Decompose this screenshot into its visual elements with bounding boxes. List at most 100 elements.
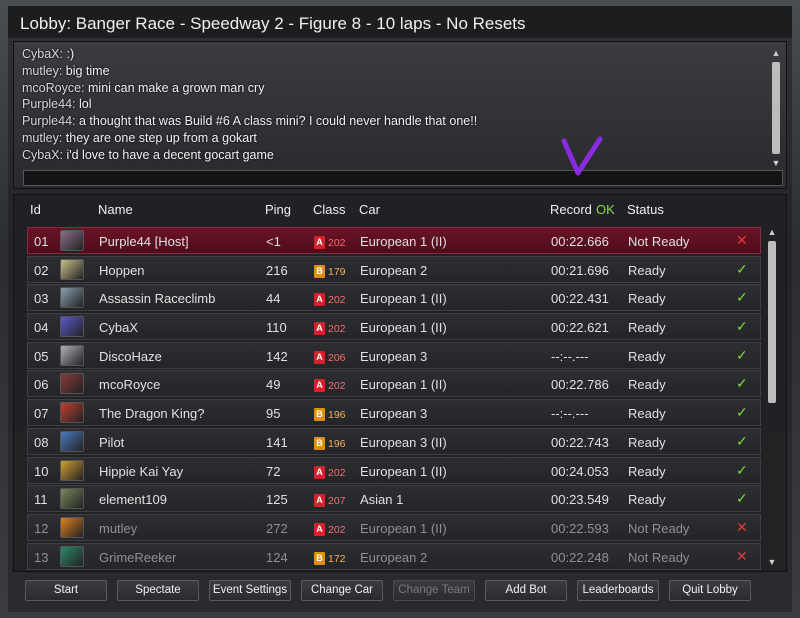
table-row[interactable]: 01 Purple44 [Host] <1 A 202 European 1 (II) 00… (27, 227, 761, 254)
cross-icon[interactable]: ✕ (736, 232, 748, 249)
player-avatar (60, 459, 84, 481)
cross-icon[interactable]: ✕ (736, 519, 748, 536)
scroll-up-icon[interactable]: ▲ (767, 227, 777, 237)
add-bot-button[interactable]: Add Bot (485, 580, 567, 601)
table-header: Id Name Ping Class Car Record OK Status (14, 197, 774, 221)
cross-icon[interactable]: ✕ (736, 548, 748, 565)
player-ping: 72 (266, 463, 281, 479)
chat-message: mutley: big time (22, 63, 762, 80)
player-avatar (60, 545, 84, 567)
player-ping: 272 (266, 520, 288, 536)
table-rows: 01 Purple44 [Host] <1 A 202 European 1 (II) 00… (27, 227, 761, 571)
player-car: European 1 (II) (360, 234, 447, 249)
table-row[interactable]: 06 mcoRoyce 49 A 202 European 1 (II) 00:22.786… (27, 370, 761, 398)
player-car: European 1 (II) (360, 320, 447, 336)
player-record: --:--.--- (551, 406, 589, 422)
player-status: Ready (628, 348, 666, 364)
player-id: 07 (34, 406, 49, 422)
player-avatar (60, 316, 84, 338)
player-id: 02 (34, 262, 49, 278)
player-record: 00:22.593 (551, 520, 609, 536)
header-id[interactable]: Id (30, 202, 41, 217)
scroll-down-icon[interactable]: ▼ (767, 557, 777, 567)
player-ping: 110 (266, 320, 287, 336)
table-row[interactable]: 13 GrimeReeker 124 B 172 European 2 00:22.248 N… (27, 542, 761, 570)
header-name[interactable]: Name (98, 202, 133, 217)
player-class: A 202 (314, 291, 346, 307)
player-status: Ready (628, 291, 666, 307)
player-class: A 202 (314, 377, 346, 393)
table-row[interactable]: 12 mutley 272 A 202 European 1 (II) 00:22.593 N… (27, 513, 761, 541)
player-name: CybaX (99, 320, 139, 336)
table-row[interactable]: 05 DiscoHaze 142 A 206 European 3 --:--.--- Rea… (27, 341, 761, 369)
table-row[interactable]: 08 Pilot 141 B 196 European 3 (II) 00:22.743 Re… (27, 427, 761, 455)
player-ping: 95 (266, 406, 281, 422)
class-rating: 202 (328, 523, 346, 536)
event-settings-button[interactable]: Event Settings (209, 580, 291, 601)
player-status: Not Ready (628, 520, 690, 536)
class-badge: B (314, 264, 325, 278)
class-badge: B (314, 436, 325, 450)
spectate-button[interactable]: Spectate (117, 580, 199, 601)
class-rating: 179 (328, 265, 346, 278)
player-record: 00:24.053 (551, 463, 609, 479)
chat-scrollbar[interactable]: ▲ ▼ (770, 48, 782, 168)
start-button[interactable]: Start (25, 580, 107, 601)
chat-message-text: i'd love to have a decent gocart game (63, 147, 274, 162)
player-id: 10 (34, 463, 49, 479)
player-avatar (60, 287, 84, 309)
header-record[interactable]: Record (550, 202, 592, 217)
player-ping: 141 (266, 434, 288, 450)
check-icon: ✓ (736, 404, 748, 421)
scroll-down-icon[interactable]: ▼ (771, 158, 781, 168)
player-status: Ready (628, 463, 666, 479)
player-car: European 2 (360, 262, 428, 278)
table-row[interactable]: 10 Hippie Kai Yay 72 A 202 European 1 (II) 00:… (27, 456, 761, 484)
chat-message-user: mcoRoyce: (22, 80, 85, 95)
player-status: Ready (628, 492, 666, 508)
action-button-bar: Start Spectate Event Settings Change Car Cha… (13, 580, 787, 602)
check-icon: ✓ (736, 260, 748, 277)
class-rating: 202 (328, 323, 346, 336)
check-icon: ✓ (736, 490, 748, 507)
player-car: European 3 (II) (360, 434, 447, 450)
chat-panel: CybaX: :) mutley: big time mcoRoyce: mini … (13, 41, 787, 189)
class-badge: A (314, 379, 325, 393)
player-id: 05 (34, 348, 49, 364)
leaderboards-button[interactable]: Leaderboards (577, 580, 659, 601)
class-badge: A (314, 494, 325, 508)
class-badge: B (314, 551, 325, 565)
quit-lobby-button[interactable]: Quit Lobby (669, 580, 751, 601)
table-scroll-thumb[interactable] (768, 241, 776, 403)
change-car-button[interactable]: Change Car (301, 580, 383, 601)
player-class: A 202 (314, 464, 346, 479)
chat-message-user: mutley: (22, 63, 63, 78)
scroll-up-icon[interactable]: ▲ (771, 48, 781, 58)
class-badge: B (314, 408, 325, 422)
table-row[interactable]: 07 The Dragon King? 95 B 196 European 3 --:--.… (27, 399, 761, 427)
chat-scroll-thumb[interactable] (772, 62, 780, 154)
header-car[interactable]: Car (359, 202, 380, 217)
annotation-check-mark-icon (561, 136, 603, 176)
header-ping[interactable]: Ping (265, 202, 291, 217)
header-status[interactable]: Status (627, 202, 664, 217)
class-rating: 202 (328, 294, 346, 307)
chat-input[interactable] (23, 170, 783, 186)
chat-message-text: a thought that was Build #6 A class mini… (75, 114, 478, 129)
player-record: 00:22.621 (551, 320, 609, 336)
table-row[interactable]: 11 element109 125 A 207 Asian 1 00:23.549 Ready… (27, 485, 761, 513)
class-badge: A (314, 465, 325, 479)
header-class[interactable]: Class (313, 202, 346, 217)
table-row[interactable]: 04 CybaX 110 A 202 European 1 (II) 00:22.621 Re… (27, 313, 761, 341)
change-team-button: Change Team (393, 580, 475, 601)
player-avatar (60, 344, 84, 366)
table-row[interactable]: 02 Hoppen 216 B 179 European 2 00:21.696 Ready ✓ (27, 255, 761, 283)
player-class: A 207 (314, 492, 346, 508)
player-status: Not Ready (628, 234, 690, 249)
player-status: Ready (628, 377, 666, 393)
table-scrollbar[interactable]: ▲ ▼ (766, 227, 778, 567)
player-class: B 196 (314, 406, 346, 422)
window-title: Lobby: Banger Race - Speedway 2 - Figure… (8, 6, 792, 38)
player-record: 00:22.431 (551, 291, 609, 307)
table-row[interactable]: 03 Assassin Raceclimb 44 A 202 European 1 (II… (27, 284, 761, 312)
